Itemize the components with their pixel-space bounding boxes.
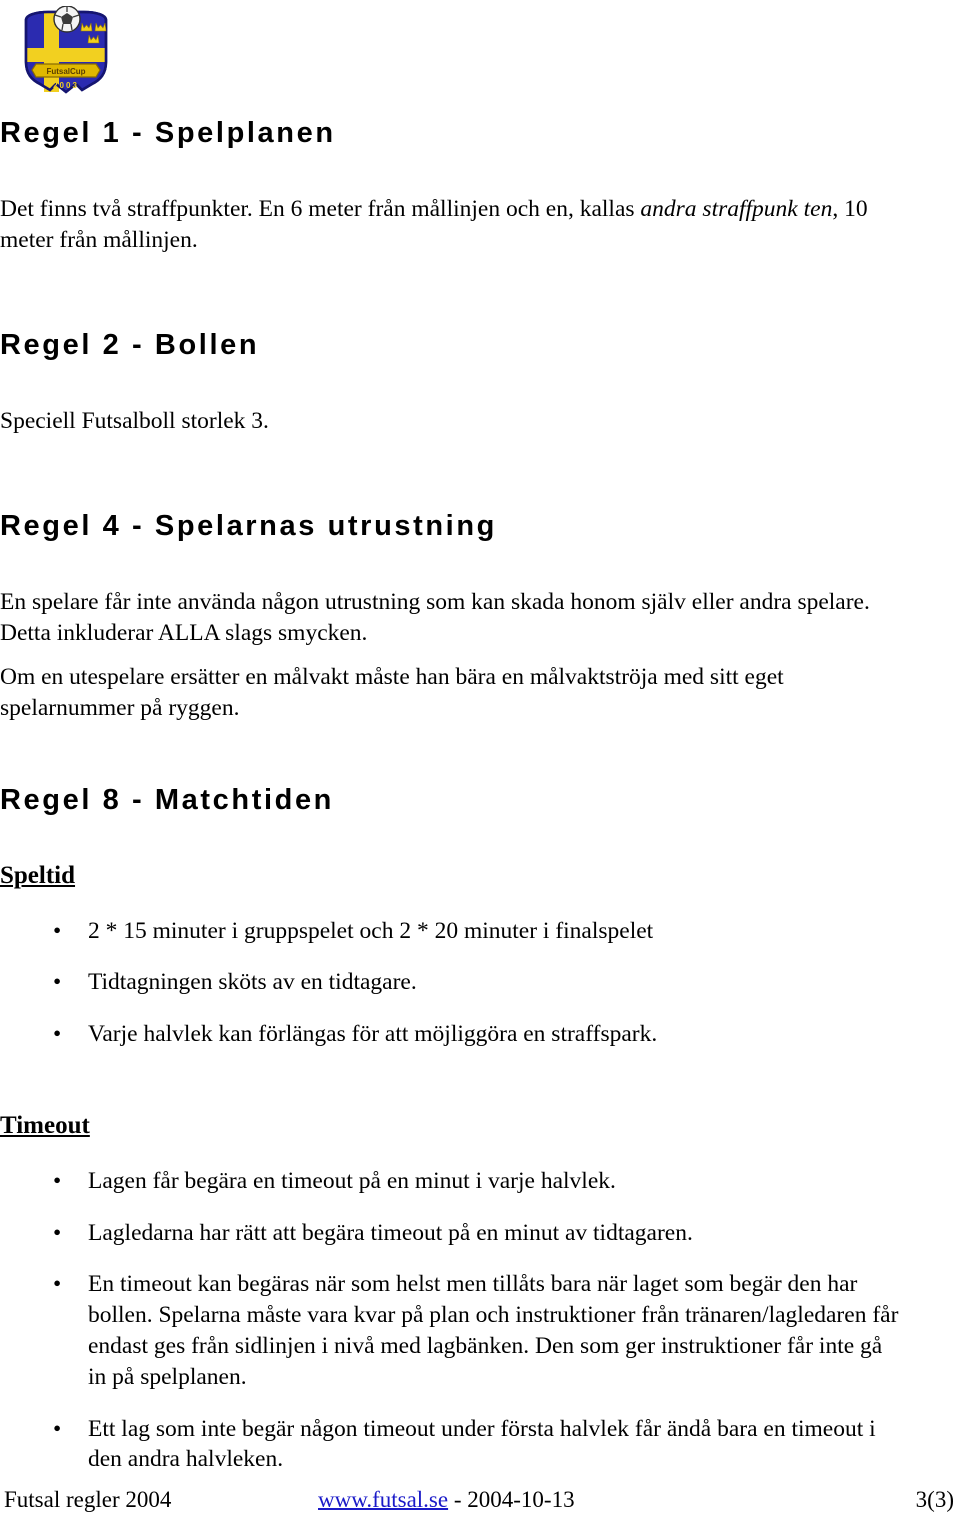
footer-website-link[interactable]: www.futsal.se [318,1487,448,1512]
paragraph-regel-1-before: Det finns två straffpunkter. En 6 meter … [0,196,641,223]
list-item-text: Lagen får begära en timeout på en minut … [88,1167,616,1194]
logo-banner-text: FutsalCup [46,67,85,76]
footer-page-number: 3(3) [915,1487,954,1512]
bullet-list-timeout: • Lagen får begära en timeout på en minu… [0,1166,900,1475]
footer-center: www.futsal.se - 2004-10-13 [318,1483,575,1517]
bullet-icon: • [53,1271,62,1298]
bullet-icon: • [53,1415,62,1442]
document-page: FutsalCup 2003 Regel 1 - Spelplanen Det … [0,0,960,1526]
subheading-timeout: Timeout [0,1111,90,1139]
list-item-text: Tidtagningen sköts av en tidtagare. [88,969,417,996]
bullet-icon: • [53,969,62,996]
list-item-text: Ett lag som inte begär någon timeout und… [88,1415,876,1473]
paragraph-regel-1: Det finns två straffpunkter. En 6 meter … [0,194,900,255]
paragraph-regel-4-2: Om en utespelare ersätter en målvakt mås… [0,664,784,721]
bullet-icon: • [53,1167,62,1194]
list-item-text: Lagledarna har rätt att begära timeout p… [88,1219,693,1246]
bullet-list-speltid: • 2 * 15 minuter i gruppspelet och 2 * 2… [0,916,900,1050]
logo-year-text: 2003 [53,81,79,90]
heading-regel-2: Regel 2 - Bollen [0,328,260,361]
subheading-speltid: Speltid [0,861,76,889]
list-item-text: Varje halvlek kan förlängas för att möjl… [88,1021,658,1048]
list-item-text: 2 * 15 minuter i gruppspelet och 2 * 20 … [88,917,654,944]
list-item: • En timeout kan begäras när som helst m… [0,1269,900,1392]
footer-date: - 2004-10-13 [448,1487,575,1512]
bullet-icon: • [53,1021,62,1048]
bullet-icon: • [53,1219,62,1246]
list-item: • Ett lag som inte begär någon timeout u… [0,1414,900,1476]
heading-regel-4: Regel 4 - Spelarnas utrustning [0,509,497,542]
futsal-cup-shield-logo: FutsalCup 2003 [14,6,118,102]
list-item: • Lagen får begära en timeout på en minu… [0,1166,900,1197]
paragraph-regel-2: Speciell Futsalboll storlek 3. [0,407,269,434]
list-item: • Lagledarna har rätt att begära timeout… [0,1218,900,1249]
list-item-text: En timeout kan begäras när som helst men… [88,1271,899,1390]
bullet-icon: • [53,917,62,944]
footer-document-title: Futsal regler 2004 [4,1487,172,1512]
document-content: Regel 1 - Spelplanen Det finns två straf… [0,118,900,1475]
heading-regel-8: Regel 8 - Matchtiden [0,784,334,817]
list-item: • Varje halvlek kan förlängas för att mö… [0,1019,900,1050]
paragraph-regel-1-italic: andra straffpunk ten [640,196,833,223]
page-footer: Futsal regler 2004 www.futsal.se - 2004-… [0,1483,960,1517]
paragraph-regel-4-1: En spelare får inte använda någon utrust… [0,588,870,646]
list-item: • Tidtagningen sköts av en tidtagare. [0,967,900,998]
heading-regel-1: Regel 1 - Spelplanen [0,117,336,149]
list-item: • 2 * 15 minuter i gruppspelet och 2 * 2… [0,916,900,947]
